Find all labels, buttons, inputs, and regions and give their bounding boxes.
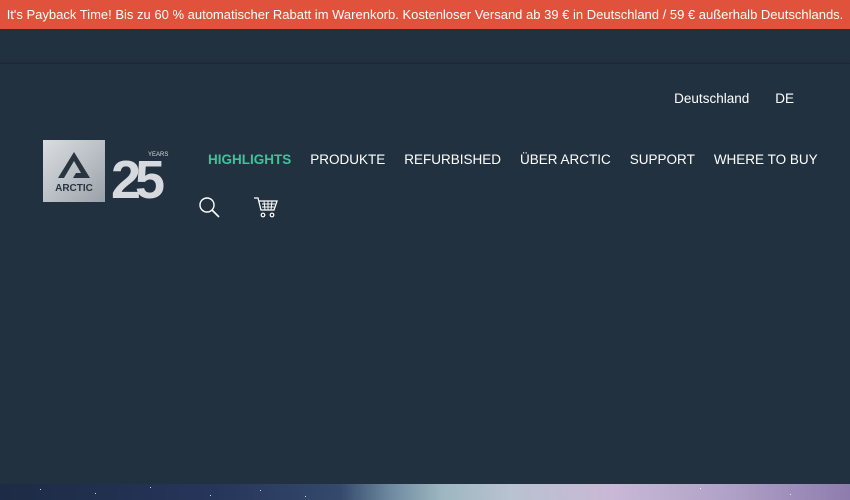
nav-highlights[interactable]: HIGHLIGHTS bbox=[208, 152, 291, 167]
nav-support[interactable]: SUPPORT bbox=[630, 152, 695, 167]
promo-banner: It's Payback Time! Bis zu 60 % automatis… bbox=[0, 0, 850, 29]
promo-spacer bbox=[0, 29, 850, 63]
page-content-area bbox=[0, 235, 850, 485]
nav-refurbished[interactable]: REFURBISHED bbox=[404, 152, 501, 167]
country-selector[interactable]: Deutschland bbox=[674, 91, 749, 106]
cart-icon[interactable] bbox=[253, 195, 279, 219]
nav-where-to-buy[interactable]: WHERE TO BUY bbox=[714, 152, 818, 167]
site-header: Deutschland DE ARCTIC 25 YEARS HIGHLIGHT… bbox=[0, 63, 850, 236]
language-selector[interactable]: DE bbox=[775, 91, 794, 106]
search-icon[interactable] bbox=[197, 195, 221, 219]
arctic-mark-icon: ARCTIC bbox=[55, 152, 93, 194]
hero-image-edge bbox=[0, 484, 850, 500]
nav-ueber-arctic[interactable]: ÜBER ARCTIC bbox=[520, 152, 611, 167]
locale-bar: Deutschland DE bbox=[674, 91, 794, 106]
anniversary-25-mark: 25 YEARS bbox=[111, 150, 169, 202]
arctic-25-years-logo[interactable]: ARCTIC 25 YEARS bbox=[43, 140, 169, 202]
arctic-logo-badge: ARCTIC bbox=[43, 140, 105, 202]
main-navigation: HIGHLIGHTS PRODUKTE REFURBISHED ÜBER ARC… bbox=[208, 152, 818, 167]
nav-produkte[interactable]: PRODUKTE bbox=[310, 152, 385, 167]
logo-brand-text: ARCTIC bbox=[55, 183, 93, 194]
promo-text: It's Payback Time! Bis zu 60 % automatis… bbox=[6, 7, 844, 22]
anniversary-word: YEARS bbox=[148, 152, 168, 158]
